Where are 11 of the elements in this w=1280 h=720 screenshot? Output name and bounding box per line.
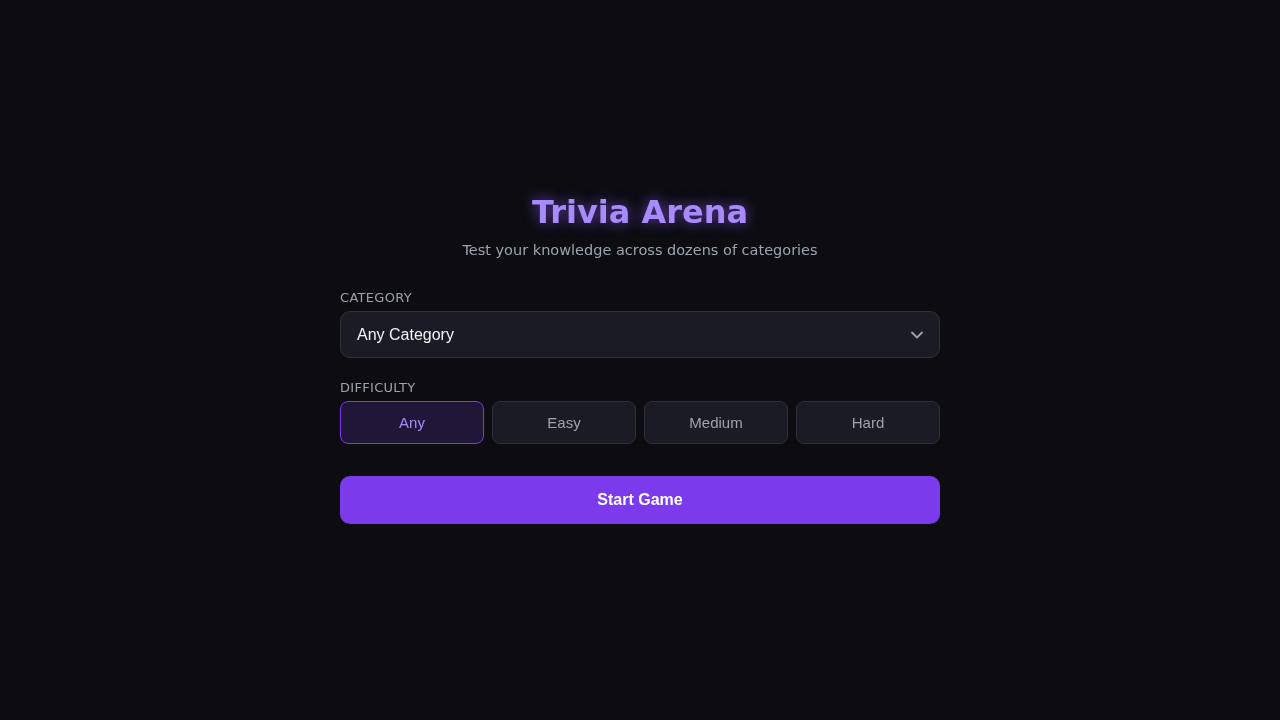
app-subtitle: Test your knowledge across dozens of categories: [462, 242, 818, 258]
start-game-button[interactable]: Start Game: [340, 476, 940, 524]
difficulty-label: DIFFICULTY: [340, 380, 416, 395]
difficulty-option[interactable]: Any: [340, 401, 484, 444]
difficulty-option[interactable]: Hard: [796, 401, 940, 444]
app-title: Trivia Arena: [531, 192, 749, 232]
difficulty-option[interactable]: Easy: [492, 401, 636, 444]
category-dropdown[interactable]: Any Category: [340, 311, 940, 358]
difficulty-option[interactable]: Medium: [644, 401, 788, 444]
chevron-down-icon: [911, 330, 923, 339]
category-label: CATEGORY: [340, 290, 412, 305]
